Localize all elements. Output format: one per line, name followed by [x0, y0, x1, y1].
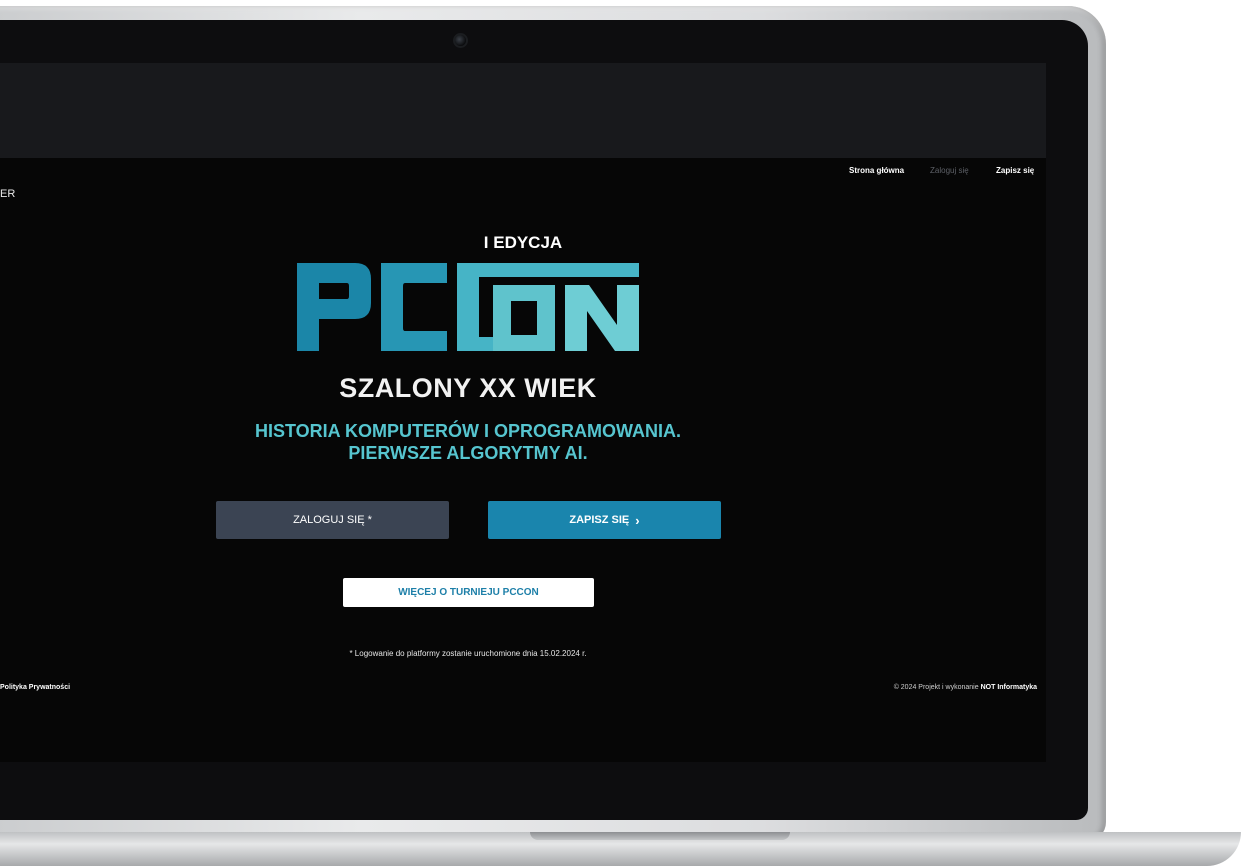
more-about-tournament-button[interactable]: WIĘCEJ O TURNIEJU PCCON — [343, 578, 594, 607]
logo-letter-c1 — [381, 263, 447, 351]
hero-subtitle-line1: HISTORIA KOMPUTERÓW I OPROGRAMOWANIA. — [255, 421, 681, 441]
edition-label: I EDYCJA — [483, 233, 563, 252]
login-availability-note: * Logowanie do platformy zostanie urucho… — [349, 649, 587, 658]
copyright-prefix: © 2024 Projekt i wykonanie — [893, 684, 979, 691]
laptop-screen: Strona główna Zaloguj się Zapisz się ER … — [0, 63, 1046, 762]
privacy-policy-link[interactable]: Polityka Prywatności — [0, 684, 70, 691]
laptop-base-notch — [530, 832, 790, 840]
nav-signup-link[interactable]: Zapisz się — [996, 166, 1034, 175]
signup-button-label: ZAPISZ SIĘ — [569, 514, 630, 526]
login-button-label: ZALOGUJ SIĘ * — [293, 514, 372, 526]
more-button-label: WIĘCEJ O TURNIEJU PCCON — [398, 587, 539, 598]
login-button[interactable]: ZALOGUJ SIĘ * — [216, 501, 449, 539]
signup-button[interactable]: ZAPISZ SIĘ › — [488, 501, 721, 539]
hero-subtitle-line2: PIERWSZE ALGORYTMY AI. — [348, 443, 588, 463]
webcam-icon — [455, 35, 466, 46]
copyright-company-bold[interactable]: NOT — [981, 684, 996, 691]
logo-letter-o — [493, 285, 555, 351]
chevron-right-icon: › — [635, 512, 640, 528]
hero-headline: SZALONY XX WIEK — [339, 373, 597, 403]
nav-home-link[interactable]: Strona główna — [849, 166, 904, 175]
logo-letter-n — [565, 285, 639, 351]
pccon-logo — [297, 263, 639, 351]
copyright-text: © 2024 Projekt i wykonanie NOT Informaty… — [894, 684, 1037, 691]
nav-login-link[interactable]: Zaloguj się — [930, 166, 969, 175]
copyright-company[interactable]: Informatyka — [997, 684, 1037, 691]
logo-letter-p — [297, 263, 371, 351]
brand-logo-text[interactable]: ER — [0, 188, 15, 200]
website: Strona główna Zaloguj się Zapisz się ER … — [0, 158, 1046, 762]
